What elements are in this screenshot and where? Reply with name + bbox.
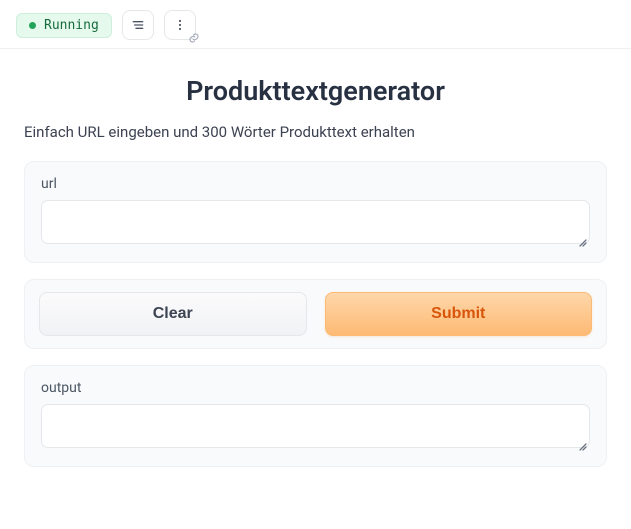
- url-input[interactable]: [41, 200, 590, 244]
- output-panel: output: [24, 365, 607, 467]
- link-icon: [188, 32, 200, 44]
- url-textarea-wrap: [41, 200, 590, 248]
- list-icon: [130, 17, 146, 33]
- main-content: Produkttextgenerator Einfach URL eingebe…: [0, 49, 631, 507]
- topbar: Running: [0, 0, 631, 49]
- url-label: url: [41, 176, 590, 192]
- page-title: Produkttextgenerator: [24, 75, 607, 107]
- status-label: Running: [44, 18, 99, 33]
- submit-button[interactable]: Submit: [325, 292, 593, 336]
- output-label: output: [41, 380, 590, 396]
- logs-button[interactable]: [122, 10, 154, 40]
- kebab-icon: [172, 17, 188, 33]
- output-textarea-wrap: [41, 404, 590, 452]
- output-textarea[interactable]: [41, 404, 590, 448]
- button-row: Clear Submit: [24, 279, 607, 349]
- clear-button[interactable]: Clear: [39, 292, 307, 336]
- more-button[interactable]: [164, 10, 196, 40]
- status-badge: Running: [16, 13, 112, 38]
- page-subtitle: Einfach URL eingeben und 300 Wörter Prod…: [24, 123, 607, 141]
- input-panel: url: [24, 161, 607, 263]
- status-dot-icon: [29, 22, 36, 29]
